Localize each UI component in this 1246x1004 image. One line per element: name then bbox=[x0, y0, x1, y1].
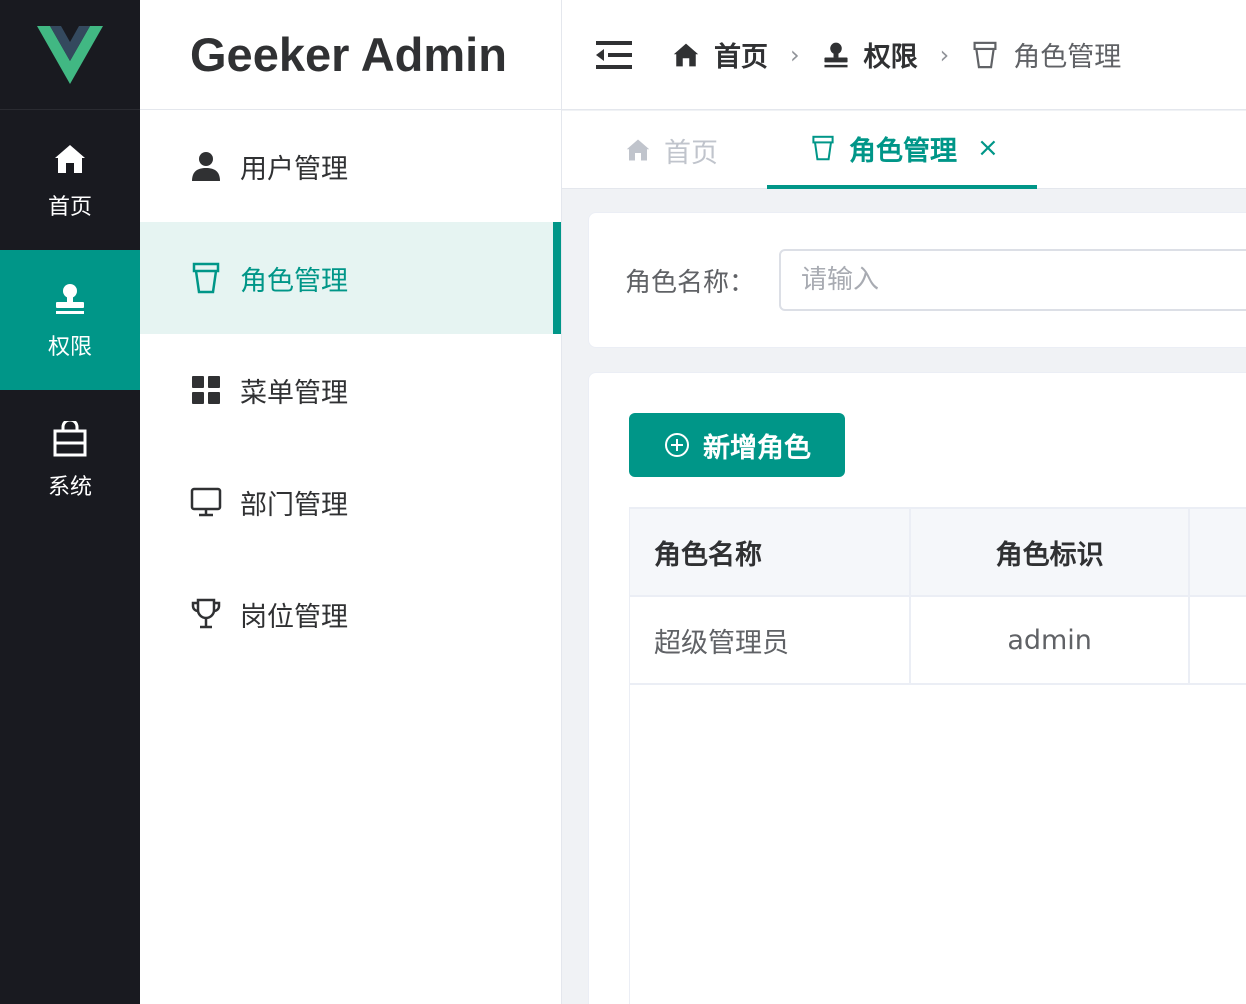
cup-icon bbox=[190, 262, 222, 294]
collapse-menu-button[interactable] bbox=[596, 37, 632, 73]
home-icon bbox=[672, 41, 700, 69]
rail-item-label: 首页 bbox=[47, 195, 92, 220]
breadcrumb-home[interactable]: 首页 bbox=[672, 35, 768, 74]
menu-item-label: 角色管理 bbox=[240, 265, 348, 297]
grid-icon bbox=[190, 374, 222, 406]
monitor-icon bbox=[190, 486, 222, 518]
menu-item-dept[interactable]: 部门管理 bbox=[140, 446, 561, 558]
rail-item-label: 权限 bbox=[47, 335, 92, 360]
role-name-label: 角色名称： bbox=[625, 267, 756, 298]
add-role-button[interactable]: 新增角色 bbox=[629, 413, 845, 477]
breadcrumb: 首页 › 权限 › 角色管理 bbox=[672, 35, 1121, 74]
menu-item-post[interactable]: 岗位管理 bbox=[140, 558, 561, 670]
role-table: 角色名称 角色标识 超级管理员 admin bbox=[629, 507, 1246, 1004]
vue-logo-icon bbox=[37, 25, 103, 84]
rail-item-label: 系统 bbox=[47, 475, 92, 500]
role-name-input[interactable] bbox=[779, 249, 1246, 311]
menu-item-label: 岗位管理 bbox=[240, 601, 348, 633]
menu-item-menu[interactable]: 菜单管理 bbox=[140, 334, 561, 446]
home-icon bbox=[50, 139, 90, 179]
brand-title: Geeker Admin bbox=[140, 0, 561, 110]
breadcrumb-permission[interactable]: 权限 bbox=[822, 35, 918, 74]
rail-item-permission[interactable]: 权限 bbox=[0, 250, 140, 390]
cell-more bbox=[1190, 597, 1246, 683]
close-icon[interactable]: × bbox=[977, 133, 999, 163]
table-card: 新增角色 角色名称 角色标识 超级管理员 admin bbox=[588, 372, 1246, 1004]
search-form: 角色名称： bbox=[588, 212, 1246, 348]
tab-role-management[interactable]: 角色管理 × bbox=[767, 111, 1037, 189]
tab-home[interactable]: 首页 bbox=[624, 111, 718, 189]
breadcrumb-role: 角色管理 bbox=[971, 35, 1121, 74]
chevron-right-icon: › bbox=[939, 40, 950, 69]
sub-menu: Geeker Admin 用户管理 角色管理 菜单管理 部门管理 岗位管理 bbox=[140, 0, 562, 1004]
plus-circle-icon bbox=[663, 431, 691, 459]
tab-label: 首页 bbox=[664, 137, 718, 169]
menu-item-label: 菜单管理 bbox=[240, 377, 348, 409]
rail-item-system[interactable]: 系统 bbox=[0, 390, 140, 530]
column-header-role-name[interactable]: 角色名称 bbox=[630, 509, 912, 595]
cup-icon bbox=[809, 134, 837, 162]
menu-item-role[interactable]: 角色管理 bbox=[140, 222, 561, 334]
app-rail: 首页 权限 系统 bbox=[0, 0, 140, 1004]
cell-role-name: 超级管理员 bbox=[630, 597, 912, 683]
tab-label: 角色管理 bbox=[849, 135, 957, 167]
menu-item-label: 部门管理 bbox=[240, 489, 348, 521]
cup-icon bbox=[971, 41, 999, 69]
user-icon bbox=[190, 150, 222, 182]
column-header-more bbox=[1190, 509, 1246, 595]
home-icon bbox=[624, 136, 652, 164]
table-header-row: 角色名称 角色标识 bbox=[630, 507, 1246, 597]
bag-icon bbox=[50, 419, 90, 459]
stamp-icon bbox=[822, 41, 850, 69]
breadcrumb-label: 权限 bbox=[863, 42, 918, 73]
menu-item-user[interactable]: 用户管理 bbox=[140, 110, 561, 222]
menu-item-label: 用户管理 bbox=[240, 153, 348, 185]
breadcrumb-label: 角色管理 bbox=[1013, 42, 1122, 73]
tab-bar: 首页 角色管理 × bbox=[562, 111, 1246, 189]
stamp-icon bbox=[50, 279, 90, 319]
top-header: 首页 › 权限 › 角色管理 bbox=[562, 0, 1246, 110]
fold-icon bbox=[596, 40, 632, 69]
rail-item-home[interactable]: 首页 bbox=[0, 110, 140, 250]
cell-role-code: admin bbox=[911, 597, 1190, 683]
app-logo[interactable] bbox=[0, 0, 140, 110]
trophy-icon bbox=[190, 598, 222, 630]
chevron-right-icon: › bbox=[790, 40, 800, 69]
column-header-role-code[interactable]: 角色标识 bbox=[911, 509, 1190, 595]
add-role-label: 新增角色 bbox=[703, 432, 811, 464]
table-row[interactable]: 超级管理员 admin bbox=[630, 597, 1246, 685]
breadcrumb-label: 首页 bbox=[714, 42, 768, 73]
